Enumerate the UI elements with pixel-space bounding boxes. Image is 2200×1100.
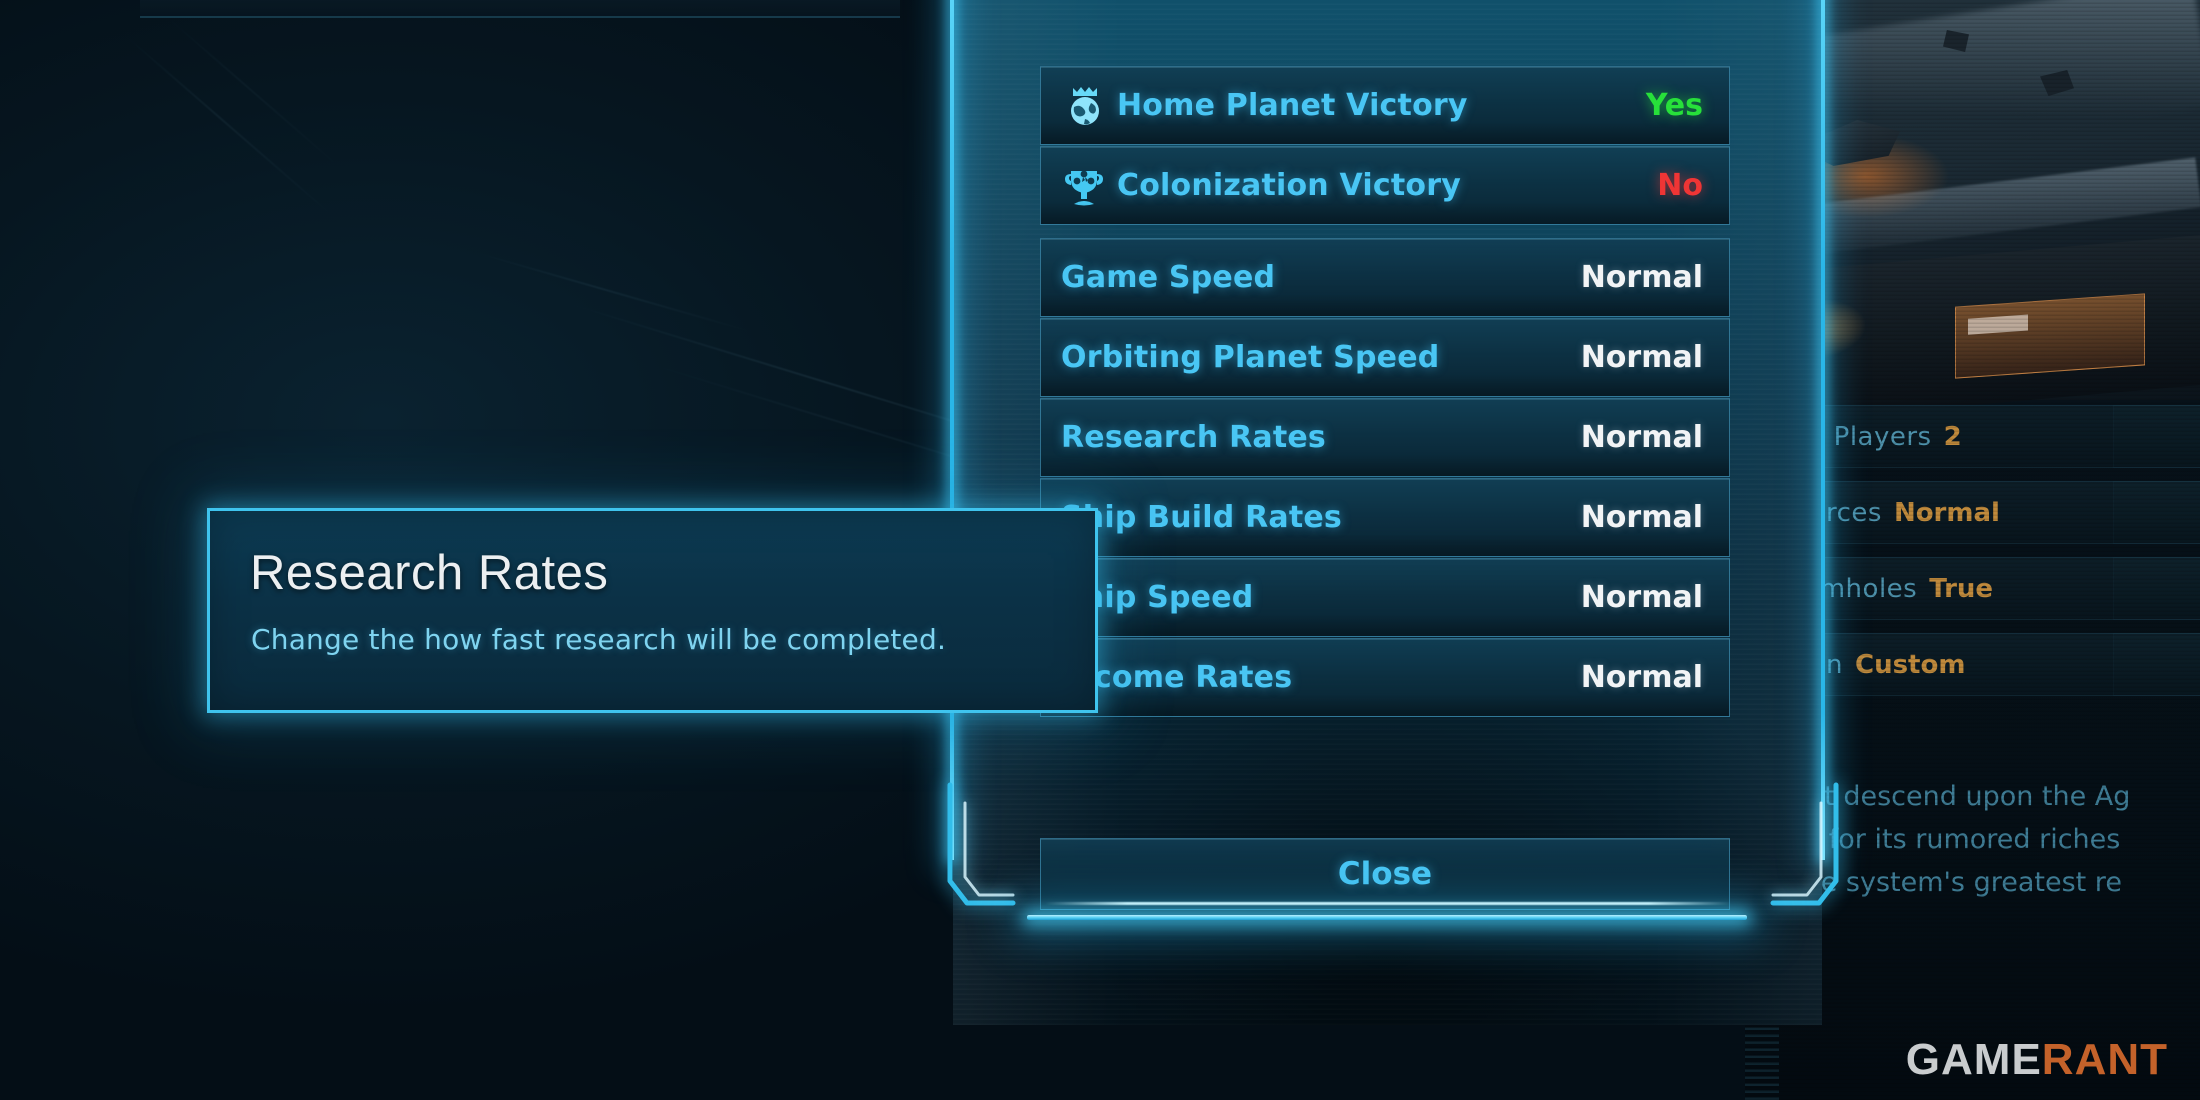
background-setting-row[interactable]: x Players 2 (1805, 405, 2200, 468)
background-setting-row[interactable]: urces Normal (1805, 481, 2200, 544)
modal-frame-corner-bottom-left (921, 782, 1016, 920)
gamerant-watermark: GAMERANT (1906, 1038, 2168, 1082)
close-button[interactable]: Close (1040, 838, 1730, 910)
background-streak (469, 250, 759, 335)
row-ship-build-rates[interactable]: Ship Build Rates Normal (1040, 478, 1730, 557)
victory-conditions-group: Home Planet Victory Yes Colonization Vic… (1040, 66, 1730, 226)
row-colonization-victory[interactable]: Colonization Victory No (1040, 146, 1730, 225)
row-research-rates[interactable]: Research Rates Normal (1040, 398, 1730, 477)
background-setting-value: True (1929, 573, 1994, 604)
background-setting-value: 2 (1943, 421, 1962, 452)
speed-settings-group: Game Speed Normal Orbiting Planet Speed … (1040, 238, 1730, 718)
row-label: Ship Speed (1061, 580, 1254, 615)
row-value: Normal (1580, 260, 1703, 295)
background-setting-row[interactable]: rmholes True (1805, 557, 2200, 620)
row-income-rates[interactable]: Income Rates Normal (1040, 638, 1730, 717)
row-label: Colonization Victory (1117, 168, 1461, 203)
modal-frame-corner-bottom-right (1770, 782, 1865, 920)
background-topbar (140, 0, 900, 18)
watermark-part-rant: RANT (2041, 1035, 2168, 1084)
row-value: Yes (1645, 88, 1703, 123)
dashboard-screen-art (1955, 293, 2145, 379)
tooltip-title: Research Rates (250, 546, 609, 600)
background-setting-row[interactable]: gn Custom (1805, 633, 2200, 696)
row-game-speed[interactable]: Game Speed Normal (1040, 238, 1730, 317)
background-streak (159, 10, 350, 176)
close-button-label: Close (1337, 856, 1433, 892)
modal-frame-right-edge (1821, 0, 1825, 860)
row-ship-speed[interactable]: Ship Speed Normal (1040, 558, 1730, 637)
background-setting-rows: x Players 2 urces Normal rmholes True gn… (1805, 405, 2200, 709)
row-home-planet-victory[interactable]: Home Planet Victory Yes (1040, 66, 1730, 145)
background-setting-value: Custom (1854, 649, 1966, 680)
row-label: Home Planet Victory (1117, 88, 1468, 123)
background-setting-value: Normal (1893, 497, 2000, 528)
row-label: Orbiting Planet Speed (1061, 340, 1440, 375)
background-streak (119, 30, 340, 223)
row-value: Normal (1580, 420, 1703, 455)
setting-tooltip: Research Rates Change the how fast resea… (207, 508, 1098, 713)
row-value: Normal (1580, 500, 1703, 535)
watermark-part-game: GAME (1905, 1035, 2042, 1084)
tooltip-description: Change the how fast research will be com… (251, 623, 947, 656)
modal-frame-left-edge (950, 0, 954, 860)
row-value: Normal (1580, 340, 1703, 375)
game-settings-screen: x Players 2 urces Normal rmholes True gn… (0, 0, 2200, 1100)
modal-frame-bottom-highlight (1045, 902, 1731, 905)
modal-frame-bottom-edge (1027, 915, 1747, 920)
row-label: Income Rates (1061, 660, 1293, 695)
row-label: Ship Build Rates (1061, 500, 1342, 535)
row-orbiting-planet-speed[interactable]: Orbiting Planet Speed Normal (1040, 318, 1730, 397)
row-label: Research Rates (1061, 420, 1326, 455)
crowned-planet-icon (1061, 83, 1107, 129)
row-value: No (1657, 168, 1703, 203)
row-label: Game Speed (1061, 260, 1276, 295)
row-value: Normal (1580, 660, 1703, 695)
trophy-icon (1061, 163, 1107, 209)
row-value: Normal (1580, 580, 1703, 615)
